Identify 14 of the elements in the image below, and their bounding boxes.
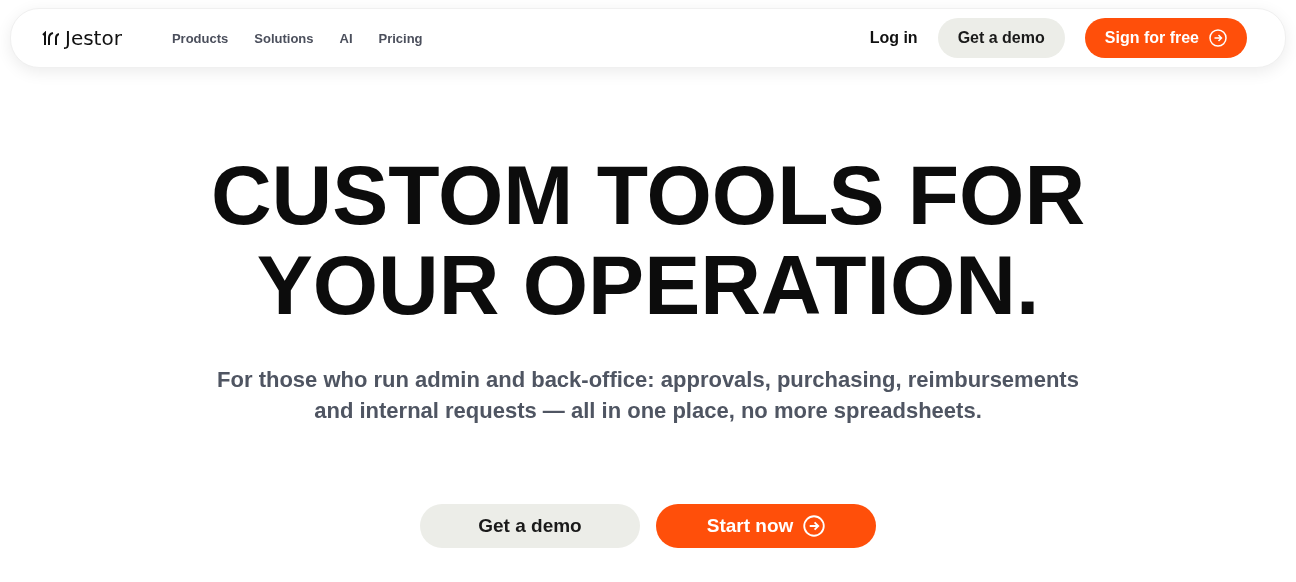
arrow-circle-icon bbox=[1209, 29, 1227, 47]
logo[interactable]: Jestor bbox=[41, 26, 122, 50]
logo-icon bbox=[41, 31, 59, 45]
nav-link[interactable]: Products bbox=[171, 30, 229, 46]
demo-button[interactable]: Get a demo bbox=[420, 504, 640, 548]
nav-link[interactable]: AI bbox=[339, 30, 353, 46]
hero-subtitle: For those who run admin and back-office: approvals, purchasing, reimbursements and internal requests — all in one place, no more spreadsheets. bbox=[216, 366, 1080, 425]
logo-text: Jestor bbox=[65, 26, 122, 50]
nav-link[interactable]: Solutions bbox=[254, 30, 314, 46]
nav-link[interactable]: Pricing bbox=[378, 30, 423, 46]
login-link[interactable]: Log in bbox=[869, 18, 918, 58]
hero-heading: CUSTOM TOOLS FOR YOUR OPERATION. bbox=[209, 150, 1087, 330]
arrow-circle-icon bbox=[803, 515, 826, 537]
demo-button[interactable]: Get a demo bbox=[937, 18, 1065, 58]
